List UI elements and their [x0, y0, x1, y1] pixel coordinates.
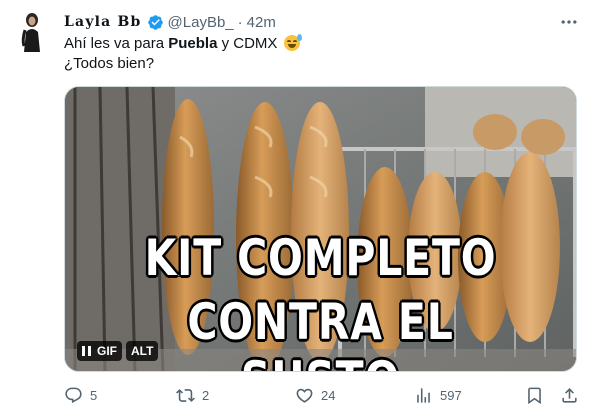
- gif-caption-line2: CONTRA EL SUSTO: [187, 293, 454, 371]
- display-name[interactable]: Layla Bb: [64, 14, 142, 30]
- heart-icon: [296, 388, 313, 403]
- tweet-text: Ahí les va para Puebla y CDMX ¿Todos bie…: [64, 34, 564, 74]
- share-button[interactable]: [560, 386, 579, 405]
- like-count: 24: [321, 388, 336, 403]
- like-button[interactable]: 24: [295, 386, 335, 405]
- sweat-smile-emoji-icon: [283, 34, 302, 51]
- repost-count: 2: [202, 388, 210, 403]
- pause-icon: [82, 346, 91, 356]
- avatar[interactable]: [16, 10, 46, 52]
- views-button[interactable]: 597: [414, 386, 462, 405]
- views-chart-icon: [417, 388, 430, 403]
- share-icon: [562, 388, 577, 403]
- bookmark-button[interactable]: [525, 386, 544, 405]
- more-dots-icon: [561, 20, 577, 24]
- timestamp[interactable]: 42m: [247, 14, 276, 31]
- reply-count: 5: [90, 388, 98, 403]
- reply-icon: [65, 387, 82, 404]
- reply-button[interactable]: 5: [64, 386, 97, 405]
- gif-media[interactable]: KIT COMPLETO CONTRA EL SUSTO GIF ALT: [64, 86, 577, 372]
- separator-dot: ·: [237, 13, 243, 31]
- tweet-text-line1: Ahí les va para Puebla y CDMX: [64, 34, 564, 54]
- alt-badge[interactable]: ALT: [126, 341, 159, 361]
- action-bar: 5 2 24 597: [64, 386, 580, 408]
- repost-button[interactable]: 2: [176, 386, 209, 405]
- tweet-text-line2: ¿Todos bien?: [64, 55, 155, 72]
- bookmark-icon: [528, 387, 541, 405]
- verified-badge-icon: [147, 14, 163, 30]
- handle[interactable]: @LayBb_: [168, 14, 234, 31]
- text-bold-location: Puebla: [168, 35, 218, 52]
- view-count: 597: [440, 388, 462, 403]
- tweet-header: Layla Bb @LayBb_ · 42m: [64, 12, 276, 32]
- text-part: Ahí les va para: [64, 35, 169, 52]
- repost-icon: [176, 389, 195, 402]
- gif-pause-badge[interactable]: GIF: [77, 341, 122, 361]
- media-controls: GIF ALT: [77, 341, 159, 361]
- gif-label: GIF: [97, 344, 117, 358]
- gif-caption-line1: KIT COMPLETO: [144, 229, 497, 287]
- text-part: y CDMX: [217, 35, 278, 52]
- more-options-button[interactable]: [558, 12, 580, 32]
